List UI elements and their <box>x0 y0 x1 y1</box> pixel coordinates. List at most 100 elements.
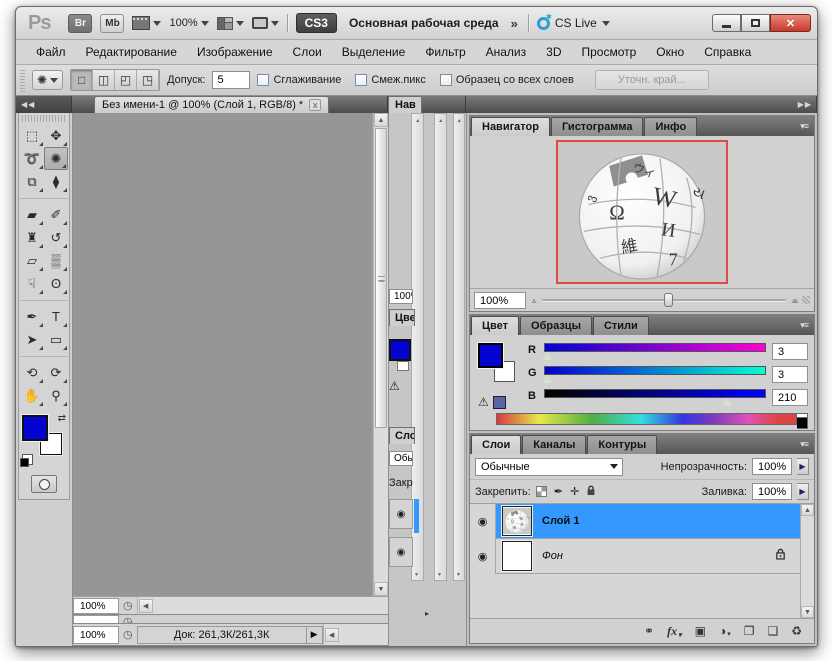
channel-slider-thumb[interactable] <box>542 375 552 383</box>
channel-ramp-track[interactable] <box>544 389 766 398</box>
type-tool[interactable]: T <box>44 305 68 328</box>
gamut-proxy-swatch[interactable] <box>493 396 506 409</box>
scroll-left-icon[interactable]: ◀ <box>325 628 339 642</box>
foreground-color-swatch[interactable] <box>22 415 48 441</box>
add-to-selection-button[interactable]: ◫ <box>93 70 115 90</box>
channel-ramp[interactable] <box>544 366 766 384</box>
color-spectrum-ramp[interactable] <box>496 413 797 425</box>
dodge-tool[interactable]: ʘ <box>44 272 68 295</box>
workspace-overflow-button[interactable]: » <box>511 16 516 31</box>
clone-stamp-tool[interactable]: ♜ <box>20 226 44 249</box>
layer-style-button[interactable]: fx▾ <box>667 624 682 639</box>
navigator-tab-1[interactable]: Навигатор <box>471 117 550 136</box>
checkbox-icon[interactable] <box>257 74 269 86</box>
scroll-down-icon[interactable]: ▼ <box>801 606 814 618</box>
3d-orbit-tool[interactable]: ⟳ <box>44 361 68 384</box>
eyedropper-tool[interactable]: ⧫ <box>44 170 68 193</box>
add-layer-mask-button[interactable]: ▣ <box>695 624 706 638</box>
zoom-level-button[interactable]: 100% <box>169 17 208 29</box>
eraser-tool[interactable]: ▱ <box>20 249 44 272</box>
black-shortcut-swatch[interactable] <box>797 417 808 429</box>
3d-rotate-tool[interactable]: ⟲ <box>20 361 44 384</box>
layers-scrollbar[interactable]: ▲ ▼ <box>800 504 814 618</box>
default-colors-icon[interactable] <box>20 458 29 467</box>
pen-tool[interactable]: ✒ <box>20 305 44 328</box>
menu-анализ[interactable]: Анализ <box>476 41 537 63</box>
zoom-tool[interactable]: ⚲ <box>44 384 68 407</box>
close-button[interactable]: ✕ <box>770 14 811 32</box>
color-tab-3[interactable]: Стили <box>593 316 649 335</box>
cs-live-button[interactable]: CS Live <box>537 16 610 30</box>
document-tab[interactable]: Без имени-1 @ 100% (Слой 1, RGB/8) * x <box>94 96 329 113</box>
lasso-tool[interactable]: ➰ <box>20 147 44 170</box>
foreground-color-swatch[interactable] <box>478 343 503 368</box>
canvas[interactable] <box>73 113 373 596</box>
channel-ramp[interactable] <box>544 389 766 407</box>
checkbox-option-2[interactable]: Образец со всех слоев <box>440 74 574 86</box>
layer-thumbnail[interactable]: WΩИ維7ウィვય <box>502 506 532 536</box>
move-tool[interactable]: ✥ <box>44 124 68 147</box>
healing-brush-tool[interactable]: ▰ <box>20 203 44 226</box>
layers-tab-1[interactable]: Слои <box>471 435 521 454</box>
subtract-from-selection-button[interactable]: ◰ <box>115 70 137 90</box>
new-selection-button[interactable]: □ <box>71 70 93 90</box>
gradient-tool[interactable]: ▒ <box>44 249 68 272</box>
visibility-toggle[interactable]: ◉ <box>470 539 496 574</box>
zoom-slider-thumb[interactable] <box>664 293 673 307</box>
layers-menu-icon[interactable]: ▾≡ <box>800 439 814 450</box>
opacity-slider-button[interactable]: ▶ <box>797 458 809 475</box>
layers-tab-2[interactable]: Каналы <box>522 435 586 454</box>
lock-pixels-button[interactable]: ✒ <box>554 485 563 498</box>
vertical-scroll-thumb[interactable] <box>375 128 387 428</box>
menu-3d[interactable]: 3D <box>536 41 571 63</box>
channel-slider-thumb[interactable] <box>542 352 552 360</box>
checkbox-icon[interactable] <box>440 74 452 86</box>
menu-справка[interactable]: Справка <box>694 41 761 63</box>
scroll-down-icon[interactable]: ▼ <box>374 582 388 596</box>
new-layer-button[interactable]: ❏ <box>767 624 778 638</box>
screen-mode-button[interactable] <box>252 17 279 29</box>
zoom-in-icon[interactable]: ▵▵ <box>792 296 796 305</box>
scroll-up-icon[interactable]: ▲ <box>374 113 388 127</box>
blend-mode-select[interactable]: Обычные <box>475 458 623 476</box>
channel-value-field[interactable]: 3 <box>772 366 808 383</box>
layers-tab-3[interactable]: Контуры <box>587 435 657 454</box>
channel-ramp-track[interactable] <box>544 366 766 375</box>
horizontal-scrollbar[interactable]: ◀ <box>323 624 388 645</box>
visibility-toggle[interactable]: ◉ <box>470 504 496 539</box>
toolbox-grip[interactable] <box>22 115 66 122</box>
minimize-button[interactable] <box>712 14 741 32</box>
menu-изображение[interactable]: Изображение <box>187 41 283 63</box>
menu-редактирование[interactable]: Редактирование <box>76 41 187 63</box>
dock-collapse-bar[interactable]: ▶▶ <box>466 96 817 113</box>
channel-ramp[interactable] <box>544 343 766 361</box>
channel-value-field[interactable]: 210 <box>772 389 808 406</box>
status-zoom-field[interactable]: 100% <box>73 598 119 614</box>
color-tab-1[interactable]: Цвет <box>471 316 519 335</box>
options-bar-grip[interactable] <box>20 68 25 92</box>
swap-colors-icon[interactable]: ⇄ <box>58 413 66 424</box>
view-extras-button[interactable] <box>132 16 161 30</box>
intersect-selection-button[interactable]: ◳ <box>137 70 159 90</box>
channel-ramp-track[interactable] <box>544 343 766 352</box>
smudge-tool[interactable]: ☟ <box>20 272 44 295</box>
fill-field[interactable]: 100% <box>752 483 792 500</box>
layer-row-2[interactable]: ◉Фон <box>470 539 800 574</box>
crop-tool[interactable]: ⧉ <box>20 170 44 193</box>
maximize-button[interactable] <box>741 14 770 32</box>
quick-mask-button[interactable] <box>31 475 57 493</box>
tool-preset-picker[interactable]: ✺ <box>32 70 63 90</box>
document-tab-close-icon[interactable]: x <box>309 99 321 111</box>
adjustment-layer-button[interactable]: ◑▾ <box>719 624 731 638</box>
gamut-warning-icon[interactable]: ⚠ <box>478 395 489 409</box>
lock-all-button[interactable] <box>586 484 596 499</box>
bridge-button[interactable]: Br <box>68 14 92 33</box>
menu-слои[interactable]: Слои <box>283 41 332 63</box>
brush-tool[interactable]: ✐ <box>44 203 68 226</box>
rectangular-marquee-tool[interactable]: ⬚ <box>20 124 44 147</box>
magic-wand-tool[interactable]: ✺ <box>44 147 68 170</box>
link-layers-button[interactable]: ⚭ <box>644 624 654 638</box>
fill-slider-button[interactable]: ▶ <box>797 483 809 500</box>
navigator-proxy-view[interactable]: WΩИ維7ウィვય <box>556 140 728 284</box>
channel-slider-thumb[interactable] <box>722 398 732 406</box>
